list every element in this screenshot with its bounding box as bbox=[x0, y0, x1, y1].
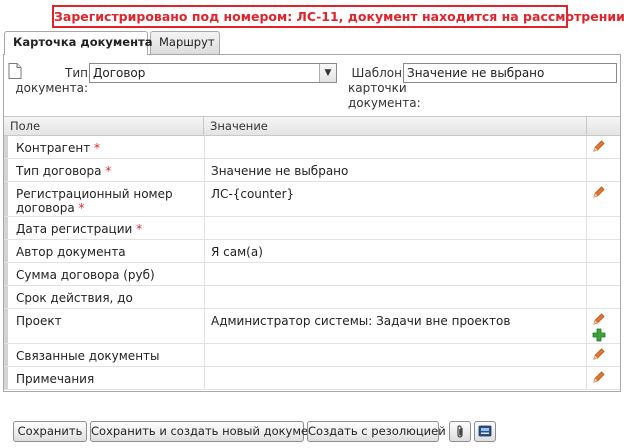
field-value[interactable] bbox=[204, 286, 586, 308]
tab-document-card[interactable]: Карточка документа bbox=[4, 31, 152, 55]
required-mark: * bbox=[94, 141, 101, 155]
tab-bar: Карточка документа Маршрут bbox=[4, 31, 620, 55]
field-name: Связанные документы bbox=[4, 344, 203, 366]
grid-header: Поле Значение bbox=[4, 117, 620, 136]
field-value[interactable]: ЛС-{counter} bbox=[204, 182, 586, 216]
field-name: Проект bbox=[4, 309, 203, 343]
table-row[interactable]: Автор документа Я сам(а) bbox=[4, 240, 620, 263]
table-row[interactable]: Тип договора * Значение не выбрано bbox=[4, 159, 620, 182]
scanner-icon bbox=[478, 425, 492, 437]
tab-route[interactable]: Маршрут bbox=[150, 31, 220, 54]
attach-file-button[interactable] bbox=[449, 421, 471, 442]
document-type-row: Тип документа: Договор ▼ Шаблон карточки… bbox=[4, 55, 620, 115]
action-button-bar: Сохранить Сохранить и создать новый доку… bbox=[0, 418, 624, 444]
row-actions bbox=[586, 182, 620, 216]
field-name: Тип договора * bbox=[4, 159, 203, 181]
field-name: Дата регистрации * bbox=[4, 217, 203, 239]
field-value[interactable] bbox=[204, 344, 586, 366]
field-name: Регистрационный номер договора * bbox=[4, 182, 203, 216]
scan-document-button[interactable] bbox=[474, 421, 496, 442]
field-name: Срок действия, до bbox=[4, 286, 203, 308]
table-row[interactable]: Примечания bbox=[4, 367, 620, 390]
row-actions bbox=[586, 367, 620, 389]
card-template-field[interactable]: Значение не выбрано bbox=[403, 63, 617, 83]
required-mark: * bbox=[105, 164, 112, 178]
document-type-value: Договор bbox=[93, 66, 146, 80]
table-row[interactable]: Регистрационный номер договора * ЛС-{cou… bbox=[4, 182, 620, 217]
row-actions bbox=[586, 240, 620, 262]
table-row[interactable]: Сумма договора (руб) bbox=[4, 263, 620, 286]
document-card-panel: Тип документа: Договор ▼ Шаблон карточки… bbox=[3, 54, 621, 392]
create-with-resolution-button[interactable]: Создать с резолюцией bbox=[307, 421, 446, 442]
column-header-field: Поле bbox=[10, 119, 41, 133]
document-fields-grid: Поле Значение Контрагент * Тип договора … bbox=[4, 116, 620, 390]
field-name: Автор документа bbox=[4, 240, 203, 262]
save-button[interactable]: Сохранить bbox=[13, 421, 87, 442]
required-mark: * bbox=[136, 222, 143, 236]
column-header-value: Значение bbox=[210, 119, 268, 133]
field-value[interactable] bbox=[204, 263, 586, 285]
plus-icon[interactable] bbox=[592, 328, 606, 342]
save-and-create-new-button[interactable]: Сохранить и создать новый документ bbox=[90, 421, 322, 442]
row-actions bbox=[586, 263, 620, 285]
table-row[interactable]: Контрагент * bbox=[4, 136, 620, 159]
pencil-icon[interactable] bbox=[592, 347, 606, 361]
row-actions bbox=[586, 286, 620, 308]
pencil-icon[interactable] bbox=[592, 139, 606, 153]
table-row[interactable]: Дата регистрации * bbox=[4, 217, 620, 240]
card-template-label: Шаблон карточки документа: bbox=[348, 66, 421, 110]
registration-status-banner: Зарегистрировано под номером: ЛС-11, док… bbox=[52, 5, 624, 28]
row-actions bbox=[586, 309, 620, 343]
pencil-icon[interactable] bbox=[592, 312, 606, 326]
document-type-select[interactable]: Договор ▼ bbox=[89, 63, 337, 83]
paperclip-icon bbox=[457, 425, 463, 438]
table-row[interactable]: Связанные документы bbox=[4, 344, 620, 367]
document-type-label: Тип документа: bbox=[15, 66, 88, 95]
field-value[interactable]: Администратор системы: Задачи вне проект… bbox=[204, 309, 586, 343]
row-actions bbox=[586, 344, 620, 366]
field-name: Примечания bbox=[4, 367, 203, 389]
field-value[interactable] bbox=[204, 367, 586, 389]
field-value[interactable] bbox=[204, 217, 586, 239]
field-value[interactable]: Значение не выбрано bbox=[204, 159, 586, 181]
field-value[interactable] bbox=[204, 136, 586, 158]
pencil-icon[interactable] bbox=[592, 370, 606, 384]
required-mark: * bbox=[78, 201, 85, 215]
pencil-icon[interactable] bbox=[592, 185, 606, 199]
row-actions bbox=[586, 136, 620, 158]
chevron-down-icon[interactable]: ▼ bbox=[319, 64, 336, 82]
table-row[interactable]: Срок действия, до bbox=[4, 286, 620, 309]
row-actions bbox=[586, 159, 620, 181]
field-name: Сумма договора (руб) bbox=[4, 263, 203, 285]
field-value[interactable]: Я сам(а) bbox=[204, 240, 586, 262]
field-name: Контрагент * bbox=[4, 136, 203, 158]
table-row[interactable]: Проект Администратор системы: Задачи вне… bbox=[4, 309, 620, 344]
row-actions bbox=[586, 217, 620, 239]
